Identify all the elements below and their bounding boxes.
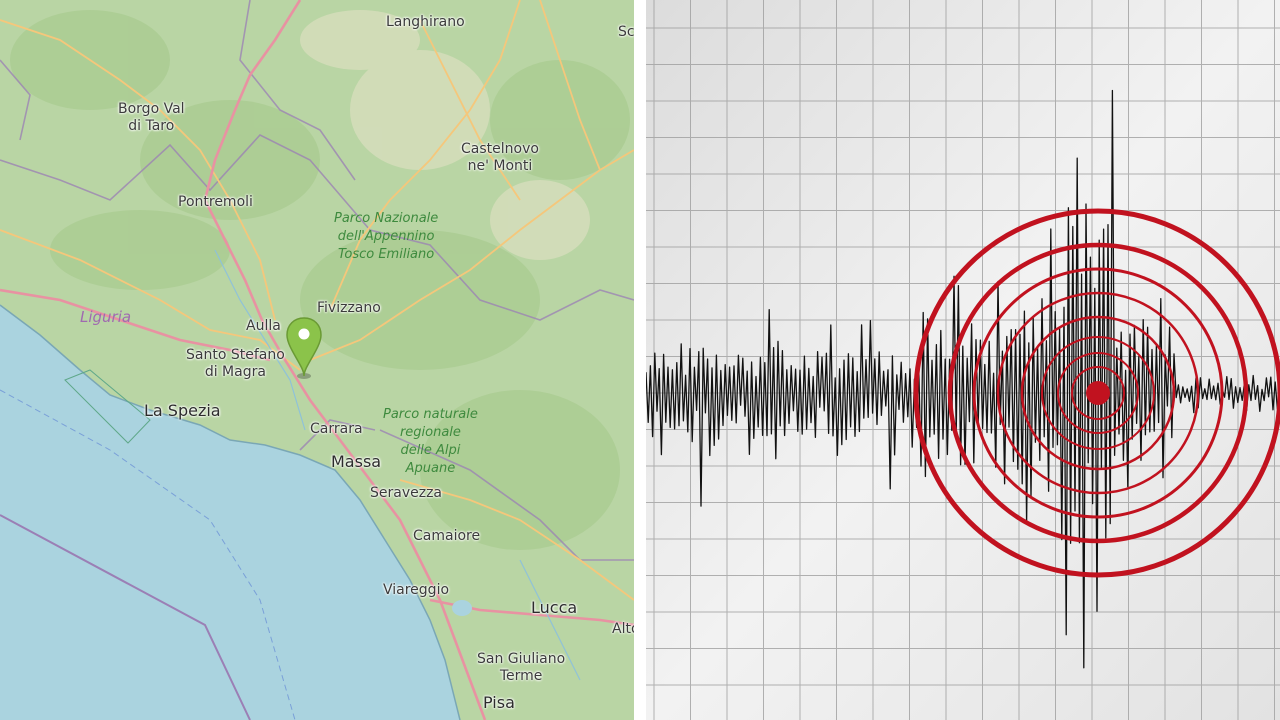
panel-divider [634,0,646,720]
map-panel[interactable]: Langhirano Sc Borgo Val di Taro Castelno… [0,0,634,720]
place-label-aulla: Aulla [246,318,281,334]
lake-massaciuccoli [452,600,472,616]
place-label-la-spezia: La Spezia [144,401,221,420]
place-label-fivizzano: Fivizzano [317,300,381,316]
place-label-lucca: Lucca [531,598,578,617]
place-label-massa: Massa [331,452,382,471]
place-label-langhirano: Langhirano [386,14,465,30]
place-label-seravezza: Seravezza [370,485,443,501]
place-label-pontremoli: Pontremoli [178,194,253,210]
place-label-pisa: Pisa [483,693,515,712]
map-pin-icon[interactable] [285,316,323,382]
place-label-san-giuliano-terme: San Giuliano Terme [477,651,566,684]
place-label-viareggio: Viareggio [383,582,450,598]
seismogram-panel [646,0,1280,720]
region-label-liguria: Liguria [80,308,132,326]
place-label-camaiore: Camaiore [413,528,481,544]
place-label-carrara: Carrara [310,421,363,437]
place-label-castelnovo: Castelnovo ne' Monti [461,141,539,174]
place-label-santo-stefano: Santo Stefano di Magra [186,347,285,380]
park-label-appennino: Parco Nazionale dell'Appennino Tosco Emi… [334,211,439,262]
place-label-alto: Alto [612,621,634,637]
seismogram-graphic [646,0,1280,720]
place-label-sc: Sc [618,24,634,40]
place-label-borgo-val-di-taro: Borgo Val di Taro [118,101,185,134]
park-label-apuane: Parco naturale regionale delle Alpi Apua… [383,407,478,476]
